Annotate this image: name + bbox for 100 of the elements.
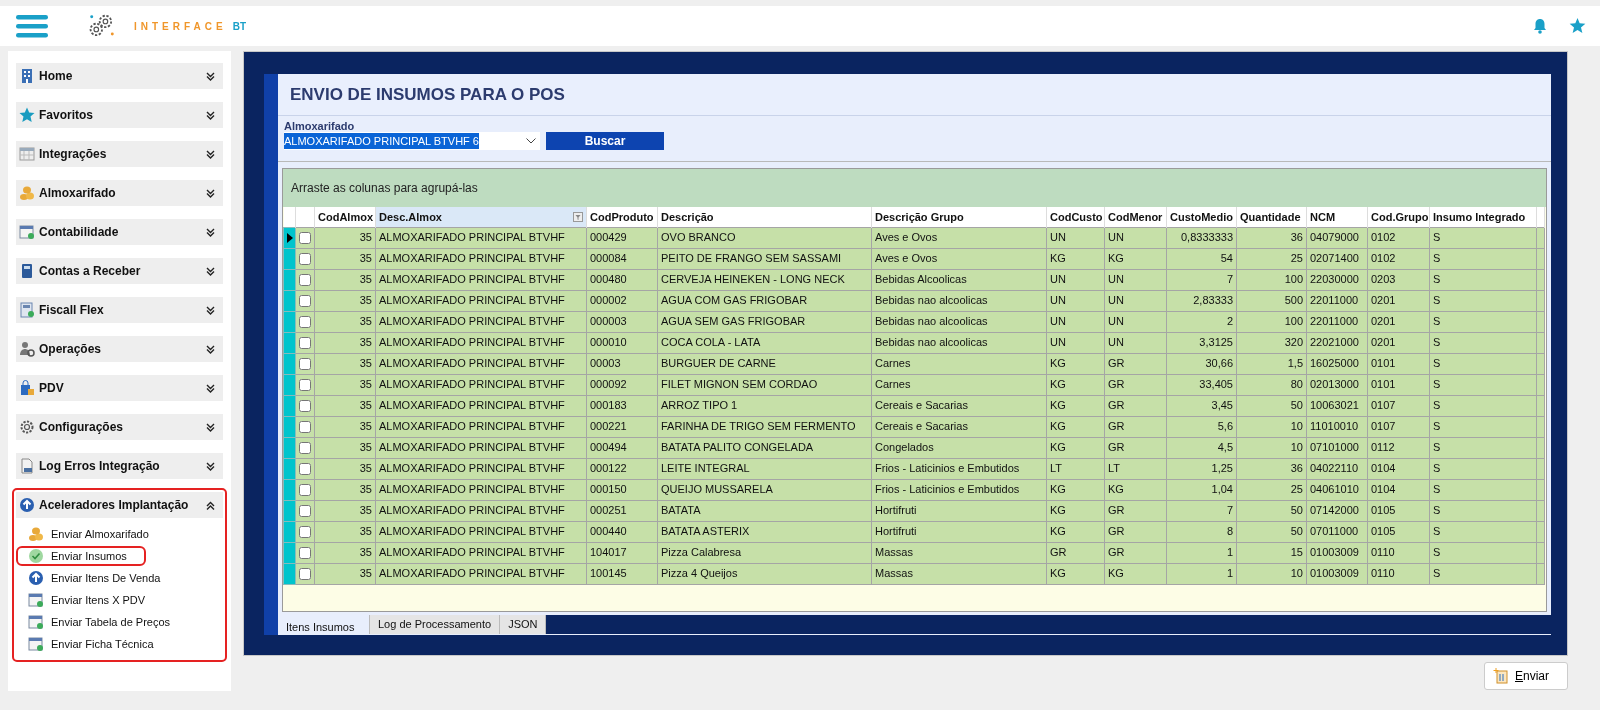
building-icon xyxy=(19,68,35,84)
column-header[interactable]: CustoMedio xyxy=(1166,207,1237,227)
submenu-item[interactable]: Enviar Tabela de Preços xyxy=(16,612,179,632)
calendar-icon xyxy=(28,592,44,608)
chevrons-down-icon xyxy=(206,71,215,81)
table-cell: S xyxy=(1429,227,1537,248)
table-cell: 0,8333333 xyxy=(1166,227,1237,248)
column-header[interactable]: Descrição xyxy=(657,207,872,227)
row-checkbox[interactable] xyxy=(299,295,311,308)
tab[interactable]: JSON xyxy=(500,615,547,634)
column-header[interactable]: Cod.Grupo xyxy=(1367,207,1430,227)
star-icon xyxy=(19,107,35,123)
table-cell: BATATA ASTERIX xyxy=(657,521,872,542)
table-cell: Pizza Calabresa xyxy=(657,542,872,563)
table-cell: BATATA PALITO CONGELADA xyxy=(657,437,872,458)
chevrons-down-icon xyxy=(206,422,215,432)
chevrons-down-icon xyxy=(206,344,215,354)
sidebar-item[interactable]: Configurações xyxy=(16,414,223,440)
row-checkbox[interactable] xyxy=(299,568,311,581)
column-header[interactable]: Quantidade xyxy=(1236,207,1307,227)
column-header[interactable]: Descrição Grupo xyxy=(871,207,1047,227)
row-checkbox[interactable] xyxy=(299,232,311,245)
row-checkbox[interactable] xyxy=(299,442,311,455)
table-cell: ALMOXARIFADO PRINCIPAL BTVHF xyxy=(375,479,587,500)
row-checkbox[interactable] xyxy=(299,400,311,413)
group-panel-hint: Arraste as colunas para agrupá-las xyxy=(283,169,1546,207)
sidebar-item[interactable]: Contas a Receber xyxy=(16,258,223,284)
table-cell: AGUA SEM GAS FRIGOBAR xyxy=(657,311,872,332)
table-cell: ALMOXARIFADO PRINCIPAL BTVHF xyxy=(375,542,587,563)
sidebar-item[interactable]: Home xyxy=(16,63,223,89)
column-header[interactable]: NCM xyxy=(1306,207,1368,227)
table-cell: FILET MIGNON SEM CORDAO xyxy=(657,374,872,395)
calendar-icon xyxy=(19,224,35,240)
column-header[interactable]: CodCusto xyxy=(1046,207,1105,227)
row-checkbox[interactable] xyxy=(299,358,311,371)
submenu-item[interactable]: Enviar Ficha Técnica xyxy=(16,634,162,654)
row-pointer-icon xyxy=(287,233,293,244)
table-cell: ALMOXARIFADO PRINCIPAL BTVHF xyxy=(375,269,587,290)
row-checkbox[interactable] xyxy=(299,253,311,266)
send-button[interactable]: Enviar xyxy=(1484,662,1568,690)
row-indicator[interactable] xyxy=(283,227,296,248)
submenu-item[interactable]: Enviar Itens De Venda xyxy=(16,568,169,588)
submenu-item[interactable]: Enviar Insumos xyxy=(16,546,146,566)
row-checkbox[interactable] xyxy=(299,463,311,476)
row-checkbox[interactable] xyxy=(299,547,311,560)
column-header[interactable]: CodMenor xyxy=(1104,207,1167,227)
star-icon[interactable] xyxy=(1569,18,1586,34)
sidebar-item[interactable]: Favoritos xyxy=(16,102,223,128)
calculator-icon xyxy=(19,302,35,318)
sidebar-item[interactable]: Log Erros Integração xyxy=(16,453,223,479)
table-cell: BATATA xyxy=(657,500,872,521)
search-button[interactable]: Buscar xyxy=(546,132,664,150)
chevrons-down-icon xyxy=(206,383,215,393)
column-header[interactable]: Insumo Integrado xyxy=(1429,207,1537,227)
warehouse-select[interactable]: ALMOXARIFADO PRINCIPAL BTVHF 6 xyxy=(284,132,540,150)
sidebar-item[interactable]: Integrações xyxy=(16,141,223,167)
sidebar-item[interactable]: PDV xyxy=(16,375,223,401)
chevrons-down-icon xyxy=(206,227,215,237)
document-icon xyxy=(19,458,35,474)
table-cell: BURGUER DE CARNE xyxy=(657,353,872,374)
sidebar-item[interactable]: Operações xyxy=(16,336,223,362)
table-icon xyxy=(19,146,35,162)
table-cell: ALMOXARIFADO PRINCIPAL BTVHF xyxy=(375,353,587,374)
sidebar-item[interactable]: Fiscall Flex xyxy=(16,297,223,323)
bell-icon[interactable] xyxy=(1533,18,1547,34)
table-cell: Aves e Ovos xyxy=(871,227,1047,248)
row-checkbox[interactable] xyxy=(299,379,311,392)
table-cell: ARROZ TIPO 1 xyxy=(657,395,872,416)
table-cell: ALMOXARIFADO PRINCIPAL BTVHF xyxy=(375,248,587,269)
tab[interactable]: Itens Insumos xyxy=(278,615,370,634)
row-checkbox[interactable] xyxy=(299,526,311,539)
table-cell: UN xyxy=(1046,227,1105,248)
row-checkbox[interactable] xyxy=(299,505,311,518)
menu-icon[interactable] xyxy=(16,14,48,38)
submenu-item[interactable]: Enviar Itens X PDV xyxy=(16,590,154,610)
row-checkbox[interactable] xyxy=(299,316,311,329)
chevrons-up-icon xyxy=(206,500,215,510)
column-header[interactable]: CodProduto xyxy=(586,207,658,227)
sidebar-item[interactable]: Almoxarifado xyxy=(16,180,223,206)
chevrons-down-icon xyxy=(206,149,215,159)
column-header[interactable]: Desc.Almox xyxy=(375,207,587,227)
sidebar-item[interactable]: Contabilidade xyxy=(16,219,223,245)
tab[interactable]: Log de Processamento xyxy=(370,615,501,634)
row-checkbox[interactable] xyxy=(299,337,311,350)
submenu-item[interactable]: Enviar Almoxarifado xyxy=(16,524,157,544)
row-checkbox[interactable] xyxy=(299,421,311,434)
table-cell: ALMOXARIFADO PRINCIPAL BTVHF xyxy=(375,227,587,248)
table-cell: 000429 xyxy=(586,227,658,248)
sidebar-item[interactable]: Aceleradores Implantação xyxy=(16,492,223,518)
table-cell: Pizza 4 Queijos xyxy=(657,563,872,584)
logo-text: INTERFACE xyxy=(134,19,227,34)
table-cell: COCA COLA - LATA xyxy=(657,332,872,353)
table-cell: 0102 xyxy=(1367,227,1430,248)
table-cell: ALMOXARIFADO PRINCIPAL BTVHF xyxy=(375,521,587,542)
row-checkbox[interactable] xyxy=(299,274,311,287)
table-cell: ALMOXARIFADO PRINCIPAL BTVHF xyxy=(375,416,587,437)
row-checkbox[interactable] xyxy=(299,484,311,497)
table-cell: ALMOXARIFADO PRINCIPAL BTVHF xyxy=(375,374,587,395)
table-cell: 35 xyxy=(314,227,376,248)
column-header[interactable]: CodAlmox xyxy=(314,207,376,227)
